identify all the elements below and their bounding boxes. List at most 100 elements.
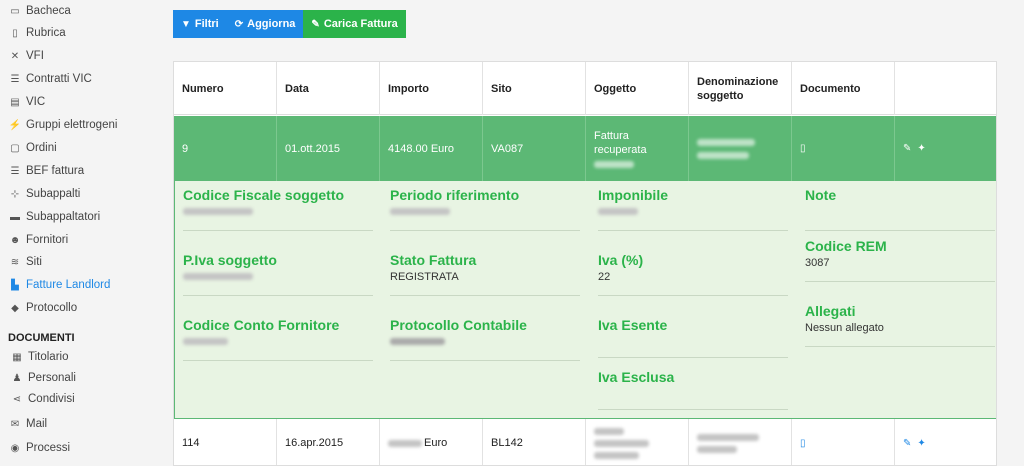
column-header-importo[interactable]: Importo	[380, 62, 483, 115]
list-icon: ☰	[10, 73, 20, 85]
detail-label: Stato Fattura	[390, 252, 477, 268]
cell-oggetto	[586, 419, 689, 465]
sidebar-item-ordini[interactable]: ▢ Ordini	[8, 139, 57, 157]
column-header-denominazione[interactable]: Denominazione soggetto	[689, 62, 792, 115]
filter-button[interactable]: ▼ Filtri	[173, 10, 227, 38]
share-icon: ⋖	[12, 393, 22, 405]
section-title-documenti: DOCUMENTI	[8, 332, 75, 344]
sidebar-item-rubrica[interactable]: ▯ Rubrica	[8, 24, 65, 42]
redacted-text	[388, 439, 422, 447]
cell-oggetto: Fattura recuperata	[586, 116, 689, 181]
toolbar: ▼ Filtri ⟳ Aggiorna ✎ Carica Fattura	[173, 10, 406, 38]
edit-icon[interactable]: ✎	[903, 438, 911, 449]
detail-value	[390, 336, 580, 349]
detail-allegati: Allegati Nessun allegato	[805, 303, 995, 347]
cell-data: 16.apr.2015	[277, 419, 380, 465]
sidebar-item-vic[interactable]: ▤ VIC	[8, 93, 45, 111]
detail-label: Periodo riferimento	[390, 187, 520, 203]
sidebar-item-label: Gruppi elettrogeni	[26, 119, 118, 131]
cell-numero: 9	[174, 116, 277, 181]
detail-note: Note	[805, 187, 995, 231]
column-header-actions	[895, 62, 996, 115]
cell-importo: 4148.00 Euro	[380, 116, 483, 181]
tag-icon: ◆	[11, 302, 19, 314]
archive-icon: ▦	[12, 351, 22, 363]
detail-piva: P.Iva soggetto	[183, 252, 373, 296]
box-icon: ▢	[10, 142, 20, 154]
table-header: Numero Data Importo Sito Oggetto Denomin…	[174, 62, 996, 115]
cell-sito: BL142	[483, 419, 586, 465]
sidebar-item-gruppi-elettrogeni[interactable]: ⚡ Gruppi elettrogeni	[8, 116, 118, 134]
table-row[interactable]: 114 16.apr.2015 Euro BL142 ▯ ✎ ✦	[174, 419, 996, 465]
card-icon: ▤	[10, 96, 20, 108]
invoice-detail-panel: Codice Fiscale soggetto P.Iva soggetto C…	[174, 181, 996, 419]
detail-protocollo-contabile: Protocollo Contabile	[390, 317, 580, 361]
cell-oggetto-text: Fattura recuperata	[594, 130, 647, 156]
cell-numero: 114	[174, 419, 277, 465]
sidebar-item-label: Subappaltatori	[26, 211, 101, 223]
detail-iva-esente: Iva Esente	[598, 317, 788, 358]
magic-wand-icon[interactable]: ✦	[917, 438, 925, 449]
detail-value	[183, 271, 373, 284]
sidebar-item-protocollo[interactable]: ◆ Protocollo	[8, 299, 77, 317]
pdf-file-icon[interactable]: ▯	[800, 438, 806, 449]
detail-label: Codice Conto Fornitore	[183, 317, 340, 333]
sidebar-item-label: Subappalti	[26, 188, 81, 200]
sidebar-item-label: VFI	[26, 50, 44, 62]
sidebar-item-subappaltatori[interactable]: ▬ Subappaltatori	[8, 208, 100, 226]
pdf-file-icon[interactable]: ▯	[800, 142, 806, 156]
wrench-icon: ✕	[10, 50, 20, 62]
detail-label: Iva (%)	[598, 252, 644, 268]
sidebar-item-fornitori[interactable]: ☻ Fornitori	[8, 231, 68, 249]
sidebar-item-bacheca[interactable]: ▭ Bacheca	[8, 2, 71, 20]
detail-value	[598, 206, 788, 219]
sidebar-item-contratti-vic[interactable]: ☰ Contratti VIC	[8, 70, 92, 88]
column-header-data[interactable]: Data	[277, 62, 380, 115]
cell-actions: ✎ ✦	[895, 116, 996, 181]
envelope-icon: ✉	[10, 418, 20, 430]
detail-codice-conto: Codice Conto Fornitore	[183, 317, 373, 361]
sidebar-item-label: Fatture Landlord	[26, 279, 111, 291]
monitor-icon: ▭	[10, 5, 20, 17]
magic-wand-icon[interactable]: ✦	[917, 142, 925, 156]
redacted-text	[697, 433, 759, 441]
sidebar-item-fatture-landlord[interactable]: ▙ Fatture Landlord	[8, 276, 110, 294]
sidebar-item-processi[interactable]: ◉ Processi	[8, 439, 70, 457]
sidebar-item-siti[interactable]: ≋ Siti	[8, 253, 42, 271]
sidebar-item-vfi[interactable]: ✕ VFI	[8, 47, 44, 65]
column-header-oggetto[interactable]: Oggetto	[586, 62, 689, 115]
upload-invoice-button[interactable]: ✎ Carica Fattura	[303, 10, 406, 38]
sidebar-item-mail[interactable]: ✉ Mail	[8, 415, 47, 433]
detail-label: Imponibile	[598, 187, 668, 203]
list-icon: ☰	[10, 165, 20, 177]
cell-documento: ▯	[792, 116, 895, 181]
column-header-sito[interactable]: Sito	[483, 62, 586, 115]
detail-label: Iva Esclusa	[598, 369, 675, 385]
sidebar-item-titolario[interactable]: ▦ Titolario	[10, 348, 68, 366]
sidebar-item-personali[interactable]: ♟ Personali	[10, 369, 76, 387]
sidebar-item-bef-fattura[interactable]: ☰ BEF fattura	[8, 162, 85, 180]
edit-icon[interactable]: ✎	[903, 142, 911, 156]
column-header-documento[interactable]: Documento	[792, 62, 895, 115]
redacted-text	[594, 451, 639, 459]
table-row-selected[interactable]: 9 01.ott.2015 4148.00 Euro VA087 Fattura…	[174, 116, 996, 181]
column-header-numero[interactable]: Numero	[174, 62, 277, 115]
briefcase-icon: ▬	[10, 211, 20, 223]
wifi-icon: ≋	[10, 256, 20, 268]
cell-importo-suffix: Euro	[424, 437, 448, 449]
sidebar-item-label: Condivisi	[28, 393, 75, 405]
sidebar-item-condivisi[interactable]: ⋖ Condivisi	[10, 390, 75, 408]
cell-denominazione	[689, 116, 792, 181]
detail-value	[183, 336, 373, 349]
book-icon: ▯	[12, 27, 18, 39]
sidebar-item-subappalti[interactable]: ⊹ Subappalti	[8, 185, 81, 203]
detail-label: Iva Esente	[598, 317, 668, 333]
detail-periodo: Periodo riferimento	[390, 187, 580, 231]
redacted-text	[594, 427, 624, 435]
refresh-button[interactable]: ⟳ Aggiorna	[226, 10, 304, 38]
sidebar-item-label: Processi	[26, 442, 71, 454]
sidebar-item-label: Ordini	[26, 142, 57, 154]
pencil-icon: ✎	[311, 18, 320, 30]
sidebar-item-label: Bacheca	[26, 5, 71, 17]
sidebar-item-label: Titolario	[28, 351, 69, 363]
